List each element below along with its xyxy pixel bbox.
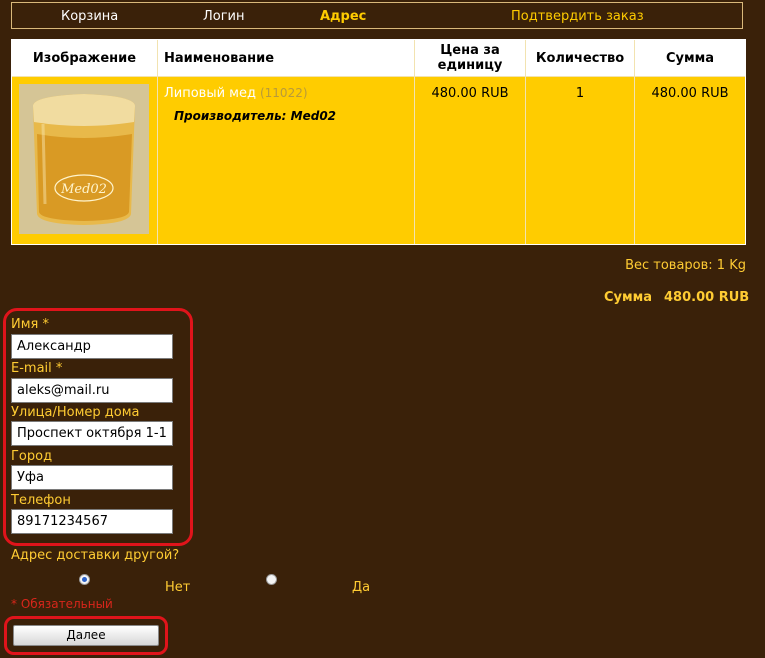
header-price: Цена за единицу [437,43,503,73]
product-sum: 480.00 RUB [651,86,729,101]
cart-table: Изображение Наименование Цена за единицу… [11,39,746,245]
email-label: E-mail * [11,361,63,376]
city-field[interactable] [11,465,173,490]
radio-yes-label[interactable]: Да [352,580,370,595]
radio-no-label[interactable]: Нет [165,580,190,595]
product-image[interactable]: Med02 [19,84,149,234]
product-name[interactable]: Липовый мед (11022) [164,86,308,101]
name-field[interactable] [11,334,173,359]
next-button[interactable]: Далее [13,625,159,646]
step-cart[interactable]: Корзина [61,9,118,24]
total-label: Сумма [604,290,653,305]
email-field[interactable] [11,378,173,403]
other-address-question: Адрес доставки другой? [11,548,180,563]
svg-text:Med02: Med02 [60,182,107,197]
cart-header-row: Изображение Наименование Цена за единицу… [12,40,745,76]
product-code: (11022) [259,86,308,100]
total-weight: Вес товаров: 1 Kg [625,258,746,273]
product-qty: 1 [575,86,585,101]
header-image: Изображение [32,50,137,66]
phone-field[interactable] [11,509,173,534]
step-login[interactable]: Логин [203,9,245,24]
total-value: 480.00 RUB [664,290,750,305]
checkout-steps: Корзина Логин Адрес Подтвердить заказ [11,2,743,29]
product-manufacturer: Производитель: Med02 [174,109,337,123]
required-note: * Обязательный [11,597,113,611]
header-sum: Сумма [665,50,715,66]
divider [414,40,415,244]
product-price: 480.00 RUB [431,86,509,101]
header-name: Наименование [164,50,275,66]
divider [525,40,526,244]
radio-yes[interactable] [266,574,277,585]
honey-jar-icon: Med02 [19,84,149,234]
phone-label: Телефон [11,493,71,508]
step-confirm[interactable]: Подтвердить заказ [511,9,644,24]
divider [634,40,635,244]
street-label: Улица/Номер дома [11,405,140,420]
divider [157,40,158,244]
header-qty: Количество [535,50,625,66]
step-address: Адрес [320,9,367,24]
divider [12,76,745,77]
city-label: Город [11,449,53,464]
product-name-link[interactable]: Липовый мед [164,86,256,101]
name-label: Имя * [11,317,49,332]
radio-no[interactable] [79,574,90,585]
street-field[interactable] [11,421,173,446]
